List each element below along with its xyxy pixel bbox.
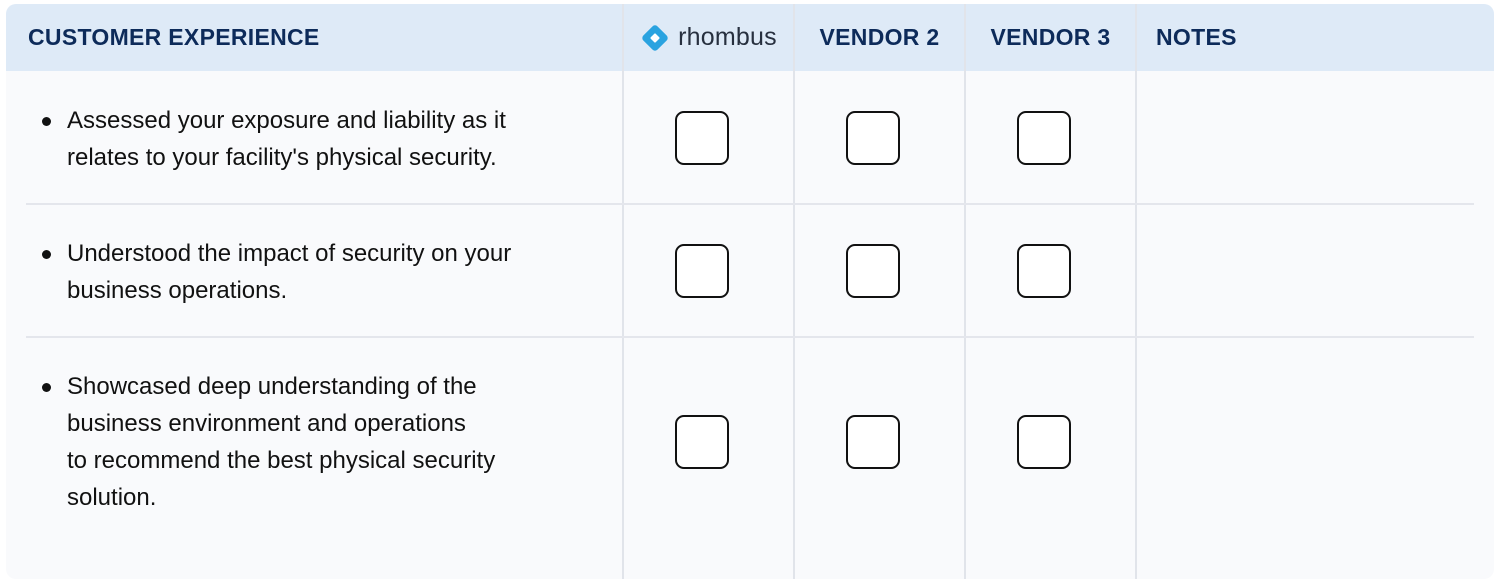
notes-cell[interactable] <box>1137 338 1494 573</box>
vendor3-checkbox[interactable] <box>1017 111 1071 165</box>
column-divider <box>793 4 795 579</box>
criterion-text: Showcased deep understanding of the busi… <box>67 373 496 511</box>
rhombus-logo: rhombus <box>640 23 777 53</box>
vendor2-checkbox[interactable] <box>846 111 900 165</box>
comparison-table: CUSTOMER EXPERIENCE rhombus VENDOR 2 VEN… <box>6 4 1494 579</box>
bullet-point <box>42 383 51 392</box>
section-title: CUSTOMER EXPERIENCE <box>28 24 320 50</box>
rhombus-diamond-icon <box>642 24 668 51</box>
column-divider <box>964 4 966 579</box>
vendor1-header: rhombus <box>624 4 793 71</box>
vendor1-name: rhombus <box>678 23 777 51</box>
rhombus-checkbox[interactable] <box>675 111 729 165</box>
criterion-text: Understood the impact of security on you… <box>67 240 512 304</box>
vendor3-checkbox[interactable] <box>1017 415 1071 469</box>
bullet-point <box>42 250 51 259</box>
rhombus-checkbox[interactable] <box>675 415 729 469</box>
bullet-point <box>42 117 51 126</box>
vendor2-checkbox[interactable] <box>846 415 900 469</box>
notes-header: NOTES <box>1156 24 1237 50</box>
vendor3-checkbox[interactable] <box>1017 244 1071 298</box>
rhombus-checkbox[interactable] <box>675 244 729 298</box>
table-header: CUSTOMER EXPERIENCE rhombus VENDOR 2 VEN… <box>6 4 1494 71</box>
notes-cell[interactable] <box>1137 205 1494 336</box>
criterion-text: Assessed your exposure and liability as … <box>67 107 506 171</box>
notes-cell[interactable] <box>1137 71 1494 203</box>
vendor2-header: VENDOR 2 <box>819 24 940 50</box>
vendor2-checkbox[interactable] <box>846 244 900 298</box>
vendor3-header: VENDOR 3 <box>990 24 1111 50</box>
